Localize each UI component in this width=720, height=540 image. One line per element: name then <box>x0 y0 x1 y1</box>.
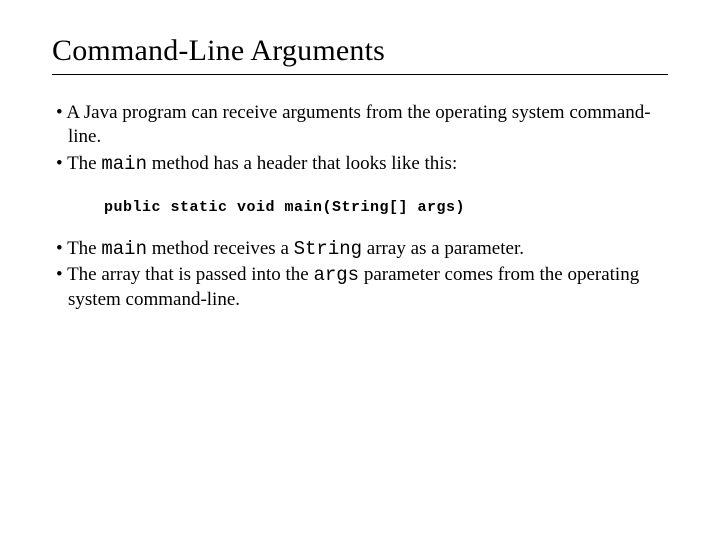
bullet-4: The array that is passed into the args p… <box>52 263 668 312</box>
bullet-3: The main method receives a String array … <box>52 237 668 261</box>
bullet-1-text: A Java program can receive arguments fro… <box>66 102 650 147</box>
bullet-2-text-post: method has a header that looks like this… <box>147 153 457 174</box>
bullet-3-code-2: String <box>294 238 362 260</box>
bullet-3-text-post: array as a parameter. <box>362 238 524 259</box>
bullet-2-code: main <box>101 153 147 175</box>
bullet-4-code: args <box>313 264 359 286</box>
slide: Command-Line Arguments A Java program ca… <box>0 0 720 312</box>
bullet-3-code-1: main <box>101 238 147 260</box>
bullet-3-text-mid: method receives a <box>147 238 294 259</box>
bullet-2-text-pre: The <box>67 153 101 174</box>
slide-body: A Java program can receive arguments fro… <box>52 101 668 312</box>
slide-title: Command-Line Arguments <box>52 34 668 68</box>
bullet-2: The main method has a header that looks … <box>52 152 668 176</box>
bullet-3-text-pre: The <box>67 238 101 259</box>
code-snippet: public static void main(String[] args) <box>104 198 668 217</box>
bullet-4-text-pre: The array that is passed into the <box>67 264 313 285</box>
bullet-1: A Java program can receive arguments fro… <box>52 101 668 150</box>
spacer-1 <box>52 178 668 198</box>
title-underline <box>52 74 668 75</box>
spacer-2 <box>52 217 668 237</box>
